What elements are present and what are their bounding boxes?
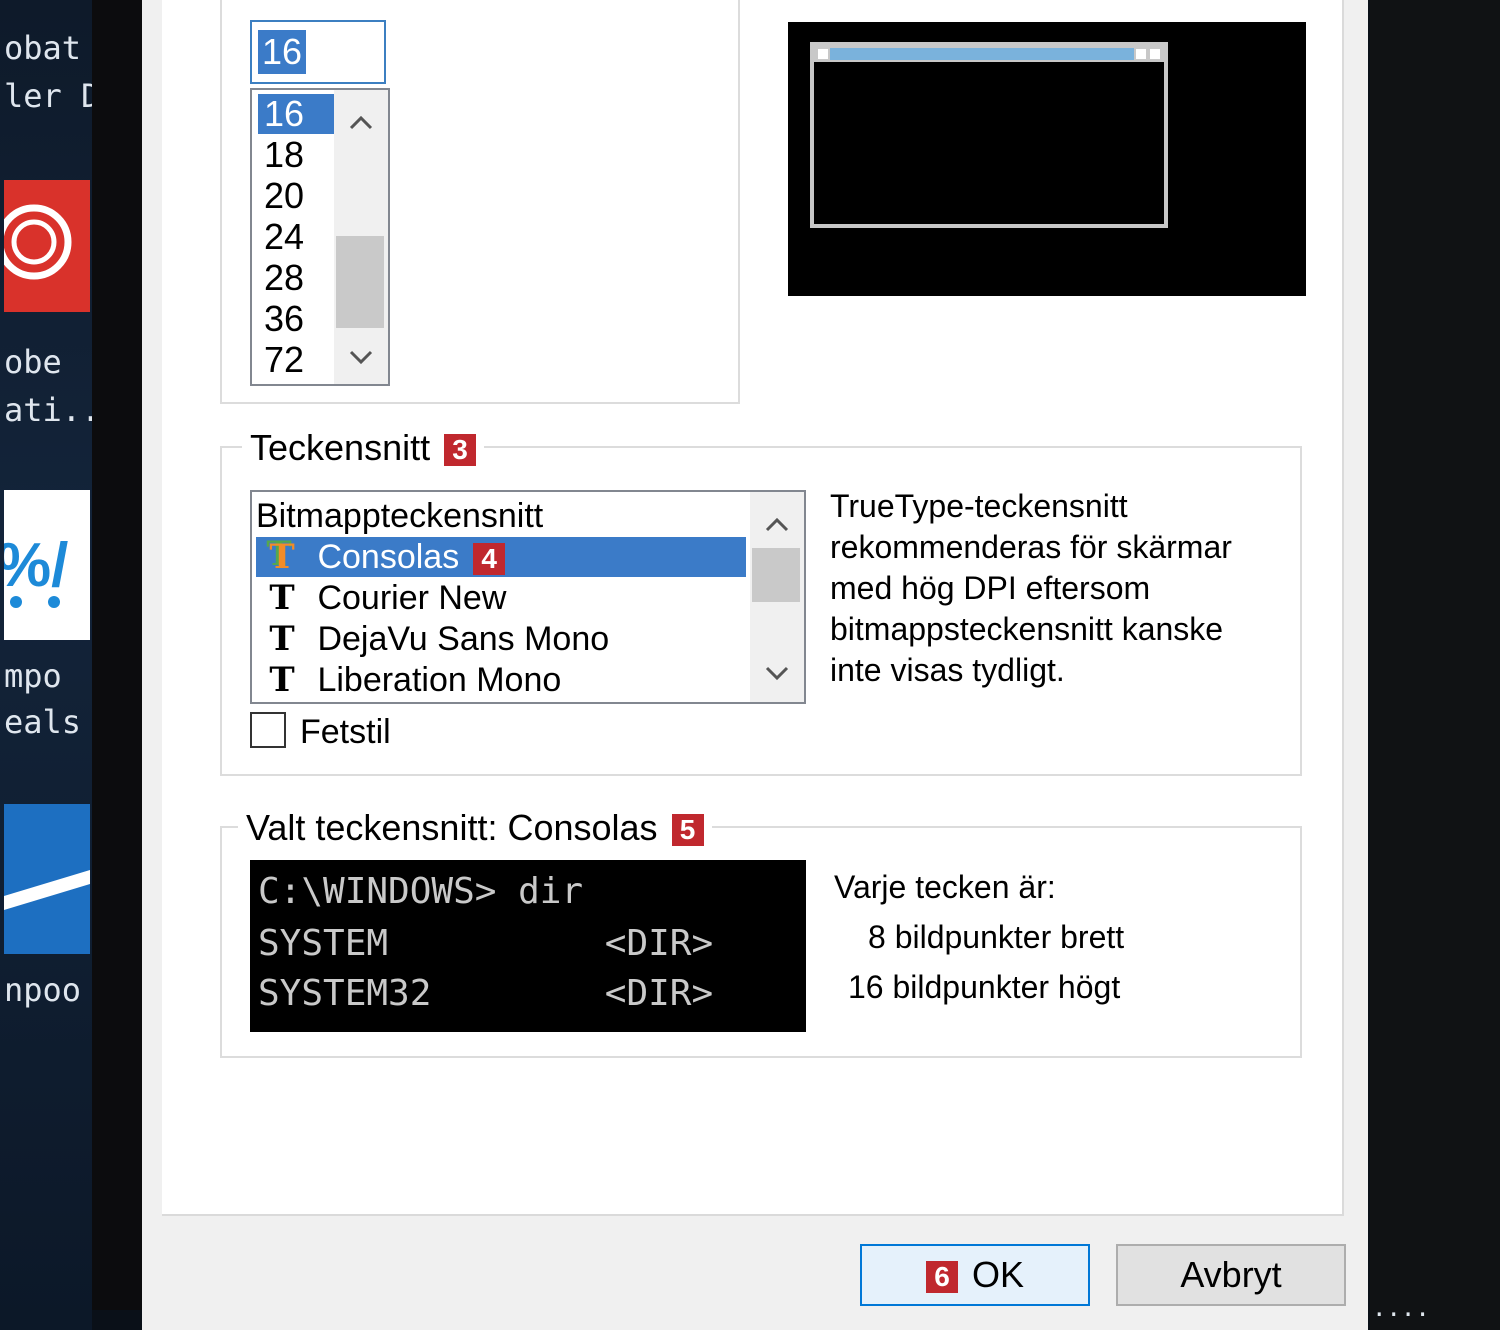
character-size-info: Varje tecken är: 8 bildpunkter brett 16 …	[834, 862, 1124, 1012]
font-option-label: Bitmappteckensnitt	[256, 497, 544, 535]
desktop-icon-label: mpo	[4, 657, 62, 695]
shopping-cart-app-icon[interactable]: %/	[0, 490, 90, 640]
ok-button[interactable]: 6 OK	[860, 1244, 1090, 1306]
step-badge: 5	[671, 814, 704, 847]
cancel-button[interactable]: Avbryt	[1116, 1244, 1346, 1306]
size-option[interactable]: 72	[258, 340, 334, 380]
font-option-label: Liberation Mono	[317, 661, 562, 699]
console-preview: C:\WINDOWS> dir SYSTEM <DIR> SYSTEM32 <D…	[250, 860, 806, 1032]
char-height-text: 16 bildpunkter högt	[848, 969, 1121, 1005]
truetype-font-icon: T	[269, 660, 295, 700]
size-option[interactable]: 36	[258, 299, 334, 339]
acrobat-app-icon[interactable]	[0, 180, 90, 312]
desktop-icon-label: ....	[1372, 1294, 1430, 1322]
scroll-down-icon[interactable]	[750, 652, 804, 692]
svg-text:%/: %/	[4, 531, 68, 600]
step-badge: 4	[473, 543, 506, 576]
desktop-icon-label: ler DC	[4, 77, 92, 115]
window-shadow	[92, 0, 142, 1310]
font-option-label: Courier New	[317, 579, 507, 617]
desktop-background-right	[1370, 0, 1500, 1330]
console-line: SYSTEM <DIR>	[258, 923, 714, 964]
size-option[interactable]: 28	[258, 258, 334, 298]
bold-checkbox[interactable]	[250, 712, 286, 748]
selected-font-legend: Valt teckensnitt: Consolas 5	[238, 807, 712, 848]
blue-app-icon[interactable]	[4, 804, 90, 954]
font-option-label: Consolas	[317, 538, 460, 576]
font-size-input-value: 16	[258, 30, 307, 74]
size-option[interactable]: 24	[258, 217, 334, 257]
font-group-legend: Teckensnitt 3	[242, 427, 485, 468]
console-line: SYSTEM32 <DIR>	[258, 973, 714, 1014]
bold-checkbox-label[interactable]: Fetstil	[300, 712, 391, 752]
desktop-icon-label: npoo	[4, 971, 82, 1009]
step-badge: 6	[925, 1261, 958, 1294]
step-badge: 3	[444, 434, 477, 467]
font-option-selected[interactable]: T Consolas 4	[256, 537, 746, 577]
scroll-up-icon[interactable]	[334, 102, 388, 142]
console-properties-dialog: 16 16 18 20 24 28 36 72 Teckensnitt 3 Bi…	[142, 0, 1368, 1330]
size-list-scrollbar[interactable]	[334, 90, 388, 384]
font-tab-panel: 16 16 18 20 24 28 36 72 Teckensnitt 3 Bi…	[162, 0, 1344, 1216]
console-line: C:\WINDOWS> dir	[258, 871, 584, 912]
desktop-background: obat ler DC obe ati... %/ mpo eals npoo	[0, 0, 92, 1330]
font-size-list[interactable]: 16 18 20 24 28 36 72	[250, 88, 390, 386]
truetype-font-icon: T	[269, 578, 295, 618]
scroll-down-icon[interactable]	[334, 336, 388, 376]
font-list[interactable]: Bitmappteckensnitt T Consolas 4 T Courier…	[250, 490, 806, 704]
size-option[interactable]: 18	[258, 135, 334, 175]
scroll-thumb[interactable]	[752, 548, 800, 602]
desktop-icon-label: ati...	[4, 391, 92, 429]
truetype-font-icon: T	[269, 619, 295, 659]
font-option[interactable]: T Courier New	[256, 578, 506, 618]
desktop-icon-label: eals	[4, 703, 82, 741]
font-option[interactable]: T DejaVu Sans Mono	[256, 619, 609, 659]
font-group-title: Teckensnitt	[250, 427, 431, 468]
scroll-thumb[interactable]	[336, 236, 384, 328]
char-info-heading: Varje tecken är:	[834, 869, 1056, 905]
desktop-icon-label: obat	[4, 29, 82, 67]
font-option[interactable]: T Liberation Mono	[256, 660, 561, 700]
selected-font-title: Valt teckensnitt: Consolas	[246, 807, 658, 848]
window-preview	[788, 22, 1306, 296]
mini-window-icon	[810, 42, 1168, 228]
size-option[interactable]: 16	[258, 94, 334, 134]
scroll-up-icon[interactable]	[750, 504, 804, 544]
size-option[interactable]: 20	[258, 176, 334, 216]
truetype-info-text: TrueType-teckensnitt rekommenderas för s…	[830, 488, 1232, 688]
ok-button-label: OK	[971, 1254, 1024, 1295]
font-list-scrollbar[interactable]	[750, 492, 804, 702]
font-size-input[interactable]: 16	[250, 20, 386, 84]
truetype-font-icon: T	[269, 537, 295, 577]
desktop-icon-label: obe	[4, 343, 62, 381]
font-option[interactable]: Bitmappteckensnitt	[256, 496, 543, 536]
char-width-text: 8 bildpunkter brett	[868, 919, 1125, 955]
font-option-label: DejaVu Sans Mono	[317, 620, 610, 658]
